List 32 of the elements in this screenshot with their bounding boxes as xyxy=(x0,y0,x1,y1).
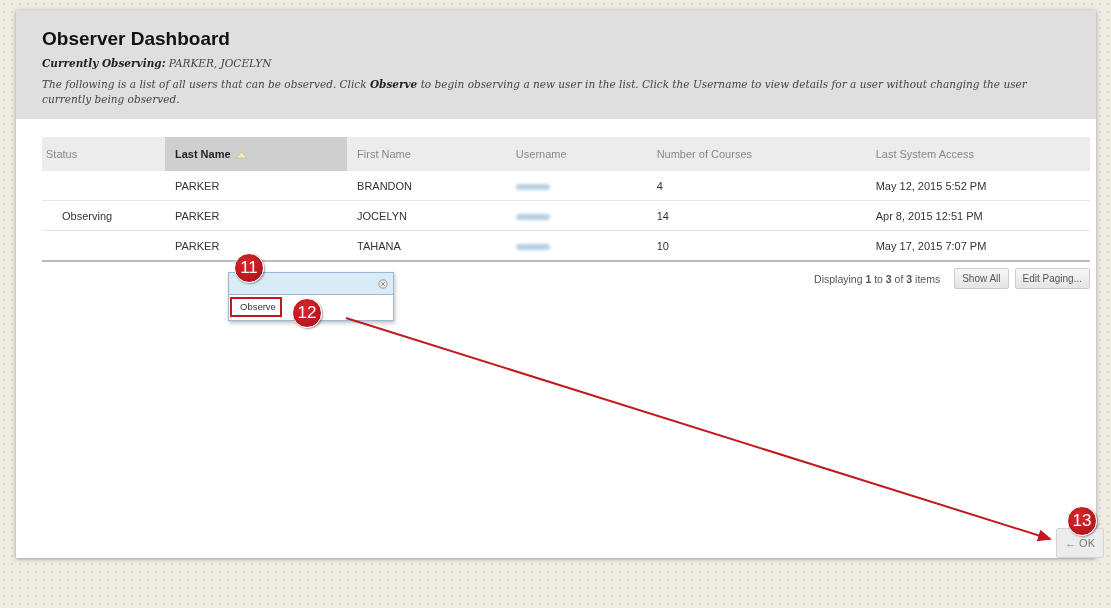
menu-item[interactable]: Observe xyxy=(230,297,282,317)
course-count-cell: 14 xyxy=(656,209,669,222)
paging-summary: Displaying 1 to 3 of 3 items xyxy=(814,272,941,285)
first-name-cell: TAHANA xyxy=(357,239,401,252)
page-title: Observer Dashboard xyxy=(42,28,231,50)
ok-button[interactable]: ← OK xyxy=(1056,528,1104,558)
column-header[interactable]: Username xyxy=(505,137,647,171)
paging-button[interactable]: Edit Paging... xyxy=(1014,268,1090,289)
last-name-cell: PARKER xyxy=(174,209,220,222)
close-icon[interactable] xyxy=(378,278,388,289)
last-access-cell: May 12, 2015 5:52 PM xyxy=(875,179,987,192)
column-header[interactable]: Last Name xyxy=(164,137,348,171)
sort-up-icon xyxy=(234,151,248,160)
last-access-cell: Apr 8, 2015 12:51 PM xyxy=(875,209,983,222)
blurred-username xyxy=(515,213,550,220)
last-access-cell: May 17, 2015 7:07 PM xyxy=(875,239,987,252)
last-name-cell: PARKER xyxy=(174,239,220,252)
course-count-cell: 4 xyxy=(656,179,663,192)
observing-status: Currently Observing: PARKER, JOCELYN xyxy=(42,56,273,71)
paging-button[interactable]: Show All xyxy=(954,268,1009,289)
column-header[interactable]: Status xyxy=(42,137,165,171)
blurred-username xyxy=(515,243,550,250)
instructions-text: The following is a list of all users that can be observed. Click Observe to begin observing a new user in the list. Click the Username to view details for a user without changing the user currently being observed. xyxy=(42,77,1029,107)
first-name-cell: JOCELYN xyxy=(357,209,407,222)
column-header[interactable]: Last System Access xyxy=(865,137,1090,171)
column-header[interactable]: Number of Courses xyxy=(646,137,866,171)
last-name-cell: PARKER xyxy=(174,179,220,192)
course-count-cell: 10 xyxy=(656,239,669,252)
column-header[interactable]: First Name xyxy=(347,137,506,171)
blurred-username xyxy=(515,183,550,190)
first-name-cell: BRANDON xyxy=(357,179,413,192)
status-cell: Observing xyxy=(62,209,113,222)
